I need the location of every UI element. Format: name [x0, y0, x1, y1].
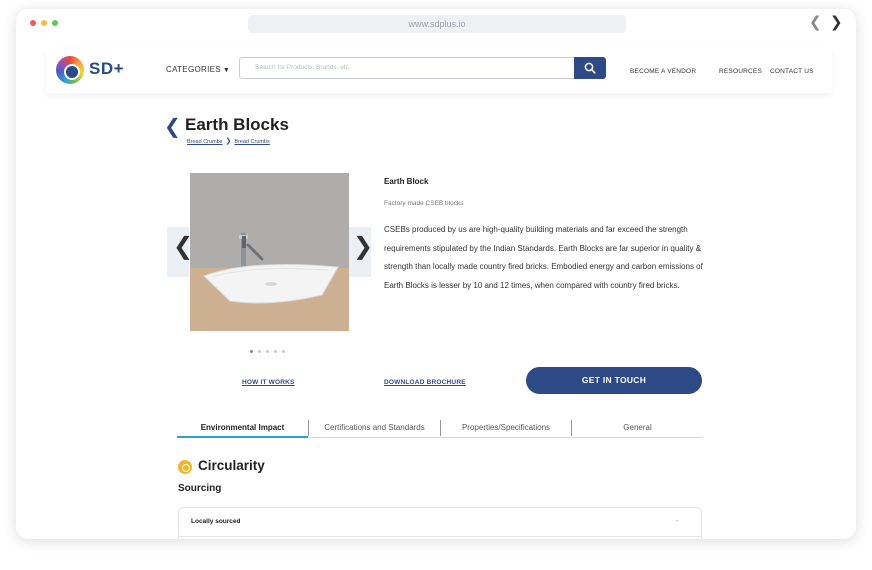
- caret-down-icon: ▼: [222, 67, 231, 74]
- breadcrumb-item[interactable]: Bread Crumbs: [234, 139, 269, 145]
- tab-environmental-impact[interactable]: Environmental Impact: [177, 418, 308, 438]
- maximize-window-button[interactable]: [52, 20, 58, 26]
- product-description: CSEBs produced by us are high-quality bu…: [384, 225, 703, 290]
- accordion-item[interactable]: Locally sourced -: [179, 508, 701, 537]
- search-input[interactable]: Search for Products, Brands, etc: [239, 57, 575, 79]
- tab-properties[interactable]: Properties/Specifications: [441, 418, 571, 437]
- section-subheading: Sourcing: [178, 483, 222, 494]
- logo-text[interactable]: SD+: [89, 59, 124, 79]
- breadcrumb: Bread Crumbs ❯ Bread Crumbs: [187, 137, 270, 145]
- gallery-dot[interactable]: [274, 350, 277, 353]
- browser-forward-icon[interactable]: ❯: [830, 13, 843, 33]
- gallery-dot[interactable]: [282, 350, 285, 353]
- gallery-dot[interactable]: [266, 350, 269, 353]
- gallery-dot[interactable]: [250, 350, 253, 353]
- section-title: Circularity: [198, 458, 265, 473]
- accordion: Locally sourced -: [178, 507, 702, 539]
- back-chevron-icon[interactable]: ❮: [164, 114, 181, 139]
- breadcrumb-chevron-icon: ❯: [225, 138, 232, 145]
- address-bar[interactable]: www.sdplus.io: [248, 15, 626, 33]
- gallery-next-icon[interactable]: ❯: [353, 232, 373, 261]
- gallery-prev-icon[interactable]: ❮: [173, 232, 193, 261]
- browser-titlebar: www.sdplus.io ❮ ❯: [16, 9, 856, 39]
- minimize-window-button[interactable]: [41, 20, 47, 26]
- wash-basin-illustration: [190, 173, 349, 331]
- logo-icon[interactable]: [56, 56, 84, 84]
- search-icon: [584, 62, 596, 74]
- site-header: SD+ CATEGORIES ▼ Search for Products, Bra…: [46, 47, 832, 93]
- browser-back-icon[interactable]: ❮: [809, 13, 822, 33]
- become-vendor-link[interactable]: BECOME A VENDOR: [630, 68, 696, 75]
- resources-link[interactable]: RESOURCES: [719, 68, 762, 75]
- search-button[interactable]: [574, 57, 606, 79]
- how-it-works-link[interactable]: HOW IT WORKS: [242, 379, 295, 386]
- browser-window: www.sdplus.io ❮ ❯ SD+ CATEGORIES ▼ Search…: [16, 9, 856, 539]
- product-name: Earth Block: [384, 177, 429, 186]
- tab-certifications[interactable]: Certifications and Standards: [309, 418, 440, 437]
- product-image: [190, 173, 349, 331]
- get-in-touch-button[interactable]: GET IN TOUCH: [526, 367, 702, 394]
- gallery-dot[interactable]: [258, 350, 261, 353]
- download-brochure-link[interactable]: DOWNLOAD BROCHURE: [384, 379, 466, 386]
- product-tabs: Environmental Impact Certifications and …: [177, 418, 703, 438]
- categories-label: CATEGORIES: [166, 65, 221, 74]
- breadcrumb-item[interactable]: Bread Crumbs: [187, 139, 222, 145]
- product-subtitle: Factory made CSEB blocks: [384, 200, 464, 207]
- circularity-icon: [178, 460, 192, 474]
- collapse-icon[interactable]: -: [676, 516, 679, 525]
- gallery-pagination: [250, 340, 290, 358]
- contact-us-link[interactable]: CONTACT US: [770, 68, 814, 75]
- tab-general[interactable]: General: [572, 418, 703, 437]
- close-window-button[interactable]: [30, 20, 36, 26]
- page-title: Earth Blocks: [185, 115, 289, 134]
- categories-dropdown[interactable]: CATEGORIES ▼: [166, 65, 230, 74]
- accordion-item-label: Locally sourced: [191, 518, 241, 525]
